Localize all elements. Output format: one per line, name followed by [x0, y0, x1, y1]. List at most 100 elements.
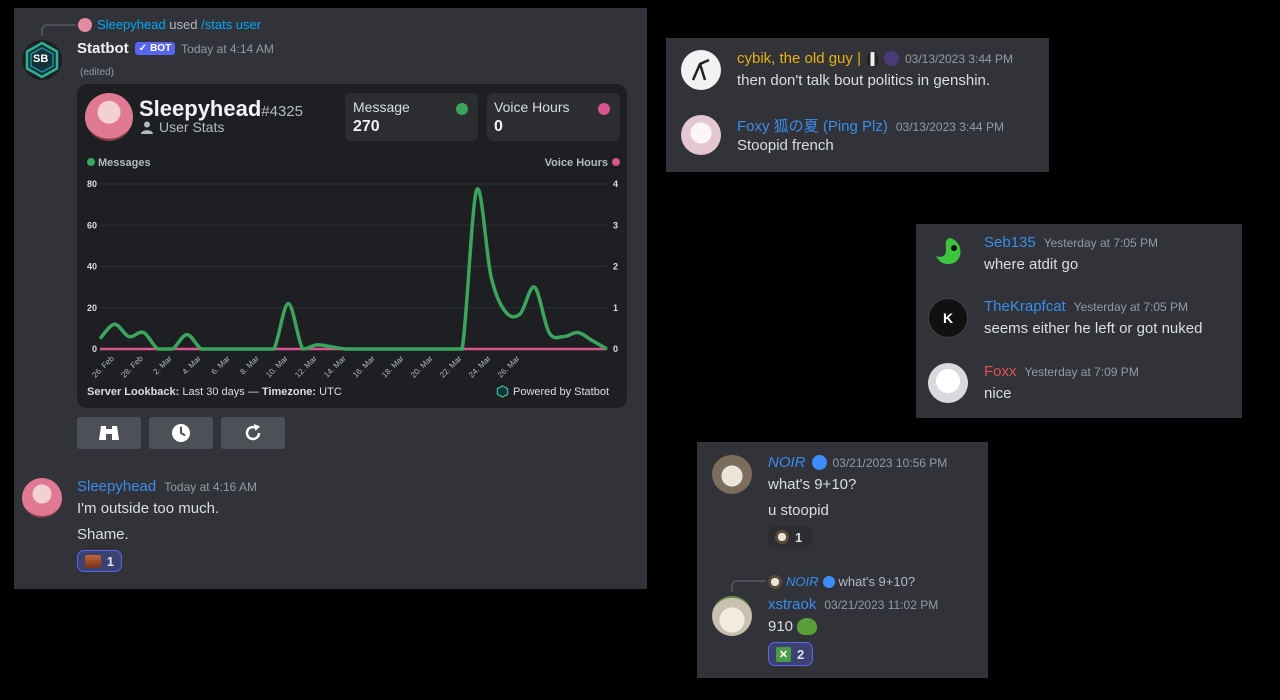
card-discriminator: #4325	[261, 103, 303, 120]
x-tick-label: 14. Mar	[322, 354, 348, 380]
x-tick-label: 18. Mar	[380, 354, 406, 380]
x-tick-label: 24. Mar	[467, 354, 493, 380]
x-tick-label: 28. Feb	[119, 354, 145, 380]
timezone-label: Timezone:	[261, 386, 317, 398]
reaction-count: 1	[106, 553, 114, 569]
y-left-tick-label: 20	[87, 303, 97, 313]
x-tick-label: 12. Mar	[293, 354, 319, 380]
cybik-header: cybik, the old guy | 03/13/2023 3:44 PM	[737, 50, 1013, 67]
sleepyhead-author[interactable]: Sleepyhead	[77, 478, 156, 495]
krapfcat-author[interactable]: TheKrapfcat	[984, 298, 1066, 315]
y-left-tick-label: 80	[87, 179, 97, 189]
noir-header: NOIR 03/21/2023 10:56 PM	[768, 454, 947, 471]
statbot-avatar-text: SB	[33, 53, 49, 65]
foxy-timestamp: 03/13/2023 3:44 PM	[895, 120, 1004, 134]
xstraok-avatar[interactable]	[712, 596, 752, 636]
reply-username[interactable]: Sleepyhead	[97, 17, 166, 32]
binoculars-icon	[99, 426, 119, 440]
y-right-tick-label: 3	[613, 220, 618, 230]
stat-voice-value: 0	[494, 118, 503, 135]
cybik-author[interactable]: cybik, the old guy |	[737, 50, 861, 67]
legend-messages-label: Messages	[98, 157, 151, 169]
y-right-tick-label: 4	[613, 179, 618, 189]
sleepyhead-reaction[interactable]: 1	[77, 550, 122, 572]
voice-color-dot	[598, 103, 610, 115]
refresh-button[interactable]	[221, 417, 285, 449]
messages-line	[98, 187, 608, 351]
card-footer: Server Lookback: Last 30 days — Timezone…	[87, 386, 342, 398]
reply-command[interactable]: /stats user	[201, 17, 261, 32]
timezone-button[interactable]	[149, 417, 213, 449]
chat-panel-2: cybik, the old guy | 03/13/2023 3:44 PM …	[666, 38, 1049, 172]
krapfcat-header: TheKrapfcat Yesterday at 7:05 PM	[984, 298, 1188, 315]
foxx-author[interactable]: Foxx	[984, 363, 1017, 380]
stat-voice-label: Voice Hours	[494, 99, 570, 115]
foxx-timestamp: Yesterday at 7:09 PM	[1024, 365, 1139, 379]
xstraok-author[interactable]: xstraok	[768, 596, 816, 613]
foxy-author[interactable]: Foxy 狐の夏 (Ping Plz)	[737, 115, 888, 136]
card-username: Sleepyhead	[139, 96, 262, 121]
seb-timestamp: Yesterday at 7:05 PM	[1043, 236, 1159, 250]
x-tick-label: 26. Feb	[90, 354, 116, 380]
legend-voice-dot	[612, 158, 620, 166]
noir-timestamp: 03/21/2023 10:56 PM	[832, 455, 948, 470]
powered-by-text: Powered by Statbot	[513, 385, 610, 398]
lookback-value: Last 30 days —	[182, 386, 259, 398]
x-tick-label: 4. Mar	[180, 354, 203, 377]
sleepyhead-timestamp: Today at 4:16 AM	[164, 480, 257, 494]
x-tick-label: 20. Mar	[409, 354, 435, 380]
reply-line: Sleepyhead used /stats user	[97, 17, 261, 32]
xstraok-text: 910	[768, 618, 794, 635]
pepe-emoji-icon	[797, 618, 818, 635]
sleepyhead-header: Sleepyhead Today at 4:16 AM	[77, 478, 257, 495]
reply-avatar[interactable]	[78, 18, 92, 32]
user-icon	[141, 121, 153, 134]
edited-label: (edited)	[80, 67, 114, 78]
statbot-author[interactable]: Statbot	[77, 40, 129, 57]
xstraok-reply-line: NOIR what's 9+10?	[768, 574, 915, 589]
bot-check-icon: ✓	[138, 43, 148, 54]
krapfcat-avatar-letter: K	[942, 310, 954, 326]
powered-by: Powered by Statbot	[496, 385, 609, 398]
sleepyhead-line-2: Shame.	[77, 526, 129, 543]
krapfcat-avatar[interactable]: K	[928, 298, 968, 338]
bot-tag: ✓ BOT	[134, 42, 176, 55]
xstraok-header: xstraok 03/21/2023 11:02 PM	[768, 596, 938, 613]
y-left-tick-label: 40	[87, 262, 97, 272]
cross-mark-icon: ✕	[776, 646, 791, 662]
seb-header: Seb135 Yesterday at 7:05 PM	[984, 234, 1158, 251]
y-right-tick-label: 2	[613, 262, 618, 272]
card-subtitle: User Stats	[159, 119, 225, 135]
cybik-avatar[interactable]	[681, 50, 721, 90]
statbot-timestamp: Today at 4:14 AM	[181, 41, 274, 56]
timezone-value: UTC	[319, 386, 342, 398]
statbot-avatar[interactable]: SB	[22, 40, 62, 80]
verified-icon	[811, 455, 827, 470]
reaction-emoji-icon	[85, 554, 101, 568]
noir-line-1: what's 9+10?	[768, 476, 857, 493]
stat-box-messages: Message 270	[345, 93, 478, 141]
reply-verified-icon	[822, 575, 835, 588]
noir-avatar[interactable]	[712, 454, 752, 494]
foxx-avatar[interactable]	[928, 363, 968, 403]
sleepyhead-avatar[interactable]	[22, 478, 62, 518]
reply-noir-text[interactable]: what's 9+10?	[839, 574, 916, 589]
messages-color-dot	[456, 103, 468, 115]
x-tick-label: 2. Mar	[151, 354, 174, 377]
y-left-tick-label: 60	[87, 220, 97, 230]
stat-messages-value: 270	[353, 118, 380, 135]
noir-reaction[interactable]: 1	[768, 526, 812, 548]
seb-author[interactable]: Seb135	[984, 234, 1036, 251]
x-tick-label: 8. Mar	[238, 354, 261, 377]
reply-noir-name[interactable]: NOIR	[786, 574, 819, 589]
refresh-icon	[245, 424, 261, 441]
search-stats-button[interactable]	[77, 417, 141, 449]
noir-author[interactable]: NOIR	[768, 454, 806, 471]
foxy-avatar[interactable]	[681, 115, 721, 155]
penguin-icon	[866, 51, 878, 66]
card-subtitle-line: User Stats	[141, 119, 224, 135]
xstraok-reaction[interactable]: ✕ 2	[768, 642, 813, 666]
bot-label: BOT	[150, 43, 172, 54]
krapfcat-text: seems either he left or got nuked	[984, 320, 1203, 337]
seb-avatar[interactable]	[928, 232, 968, 272]
